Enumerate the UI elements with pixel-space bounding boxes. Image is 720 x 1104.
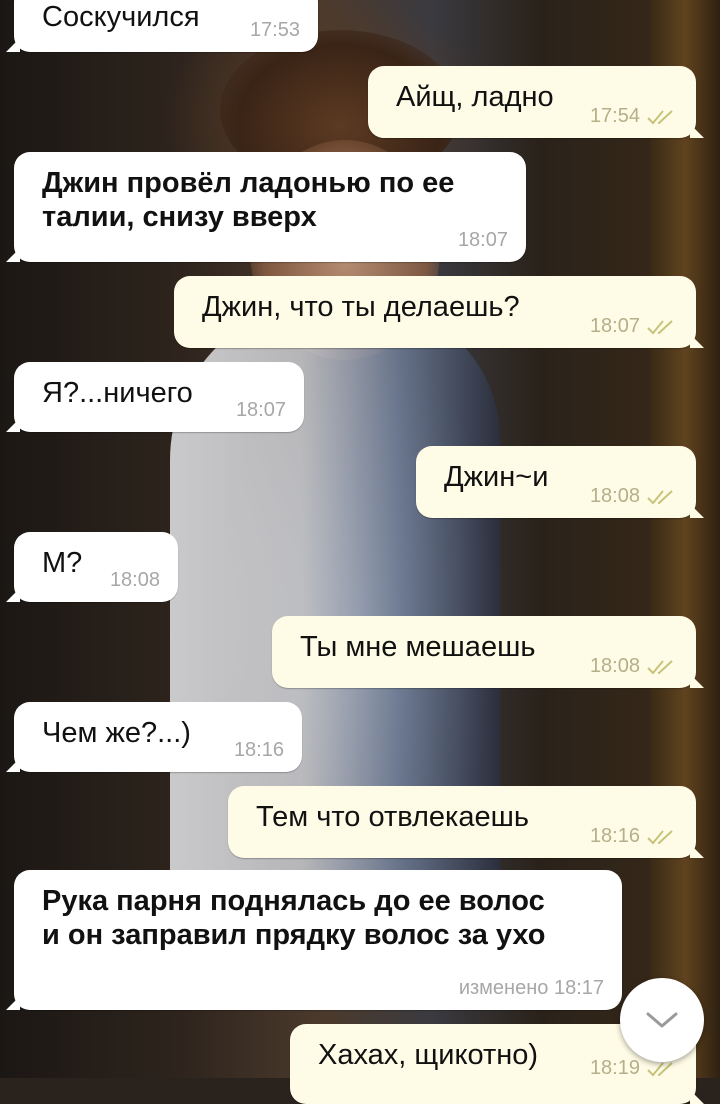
message-time: 18:16	[589, 825, 640, 847]
message-time: 17:54	[589, 105, 640, 127]
message-bubble-incoming[interactable]: Джин провёл ладонью по ее талии, снизу в…	[6, 152, 526, 262]
message-time: 18:08	[589, 655, 640, 677]
message-bubble-incoming[interactable]: М? 18:08	[6, 532, 178, 602]
read-double-check-icon	[647, 659, 673, 674]
read-double-check-icon	[647, 109, 673, 124]
message-time: 18:16	[233, 739, 284, 761]
message-text: Джин провёл ладонью по ее талии, снизу в…	[42, 167, 455, 233]
message-meta: 18:07	[236, 399, 286, 422]
message-meta: 18:07	[458, 229, 508, 252]
message-time: 18:07	[235, 399, 286, 421]
message-meta: 18:16	[234, 739, 284, 762]
message-time: 17:53	[249, 19, 300, 41]
message-time: 18:07	[589, 315, 640, 337]
message-bubble-outgoing[interactable]: Ты мне мешаешь 18:08	[272, 616, 704, 688]
message-time: 18:08	[109, 569, 160, 591]
message-meta: 18:08	[590, 485, 678, 508]
read-double-check-icon	[647, 829, 673, 844]
message-meta: 18:07	[590, 315, 678, 338]
message-time: 18:07	[457, 229, 508, 251]
message-meta: 17:53	[250, 19, 300, 42]
message-meta: 18:16	[590, 825, 678, 848]
message-bubble-incoming[interactable]: Чем же?...) 18:16	[6, 702, 302, 772]
message-bubble-outgoing[interactable]: Тем что отвлекаешь 18:16	[228, 786, 704, 858]
message-meta: 18:08	[590, 655, 678, 678]
message-time: 18:19	[589, 1057, 640, 1079]
chevron-down-icon	[646, 1012, 678, 1028]
message-edited-time: изменено 18:17	[458, 977, 604, 999]
read-double-check-icon	[647, 319, 673, 334]
message-time: 18:08	[589, 485, 640, 507]
message-list[interactable]: Соскучился 17:53 Айщ, ладно 17:54 Джин п…	[0, 0, 720, 1104]
message-meta: 17:54	[590, 105, 678, 128]
scroll-to-bottom-button[interactable]	[620, 978, 704, 1062]
message-bubble-outgoing[interactable]: Айщ, ладно 17:54	[368, 66, 704, 138]
read-double-check-icon	[647, 489, 673, 504]
message-bubble-incoming[interactable]: Рука парня поднялась до ее волос и он за…	[6, 870, 622, 1010]
message-bubble-outgoing[interactable]: Джин, что ты делаешь? 18:07	[174, 276, 704, 348]
message-bubble-incoming[interactable]: Соскучился 17:53	[6, 0, 318, 52]
message-meta: 18:08	[110, 569, 160, 592]
read-double-check-icon	[647, 1061, 673, 1076]
message-meta: изменено 18:17	[459, 977, 604, 1000]
message-bubble-outgoing[interactable]: Джин~и 18:08	[416, 446, 704, 518]
message-text: Рука парня поднялась до ее волос и он за…	[42, 885, 546, 951]
message-bubble-incoming[interactable]: Я?...ничего 18:07	[6, 362, 304, 432]
